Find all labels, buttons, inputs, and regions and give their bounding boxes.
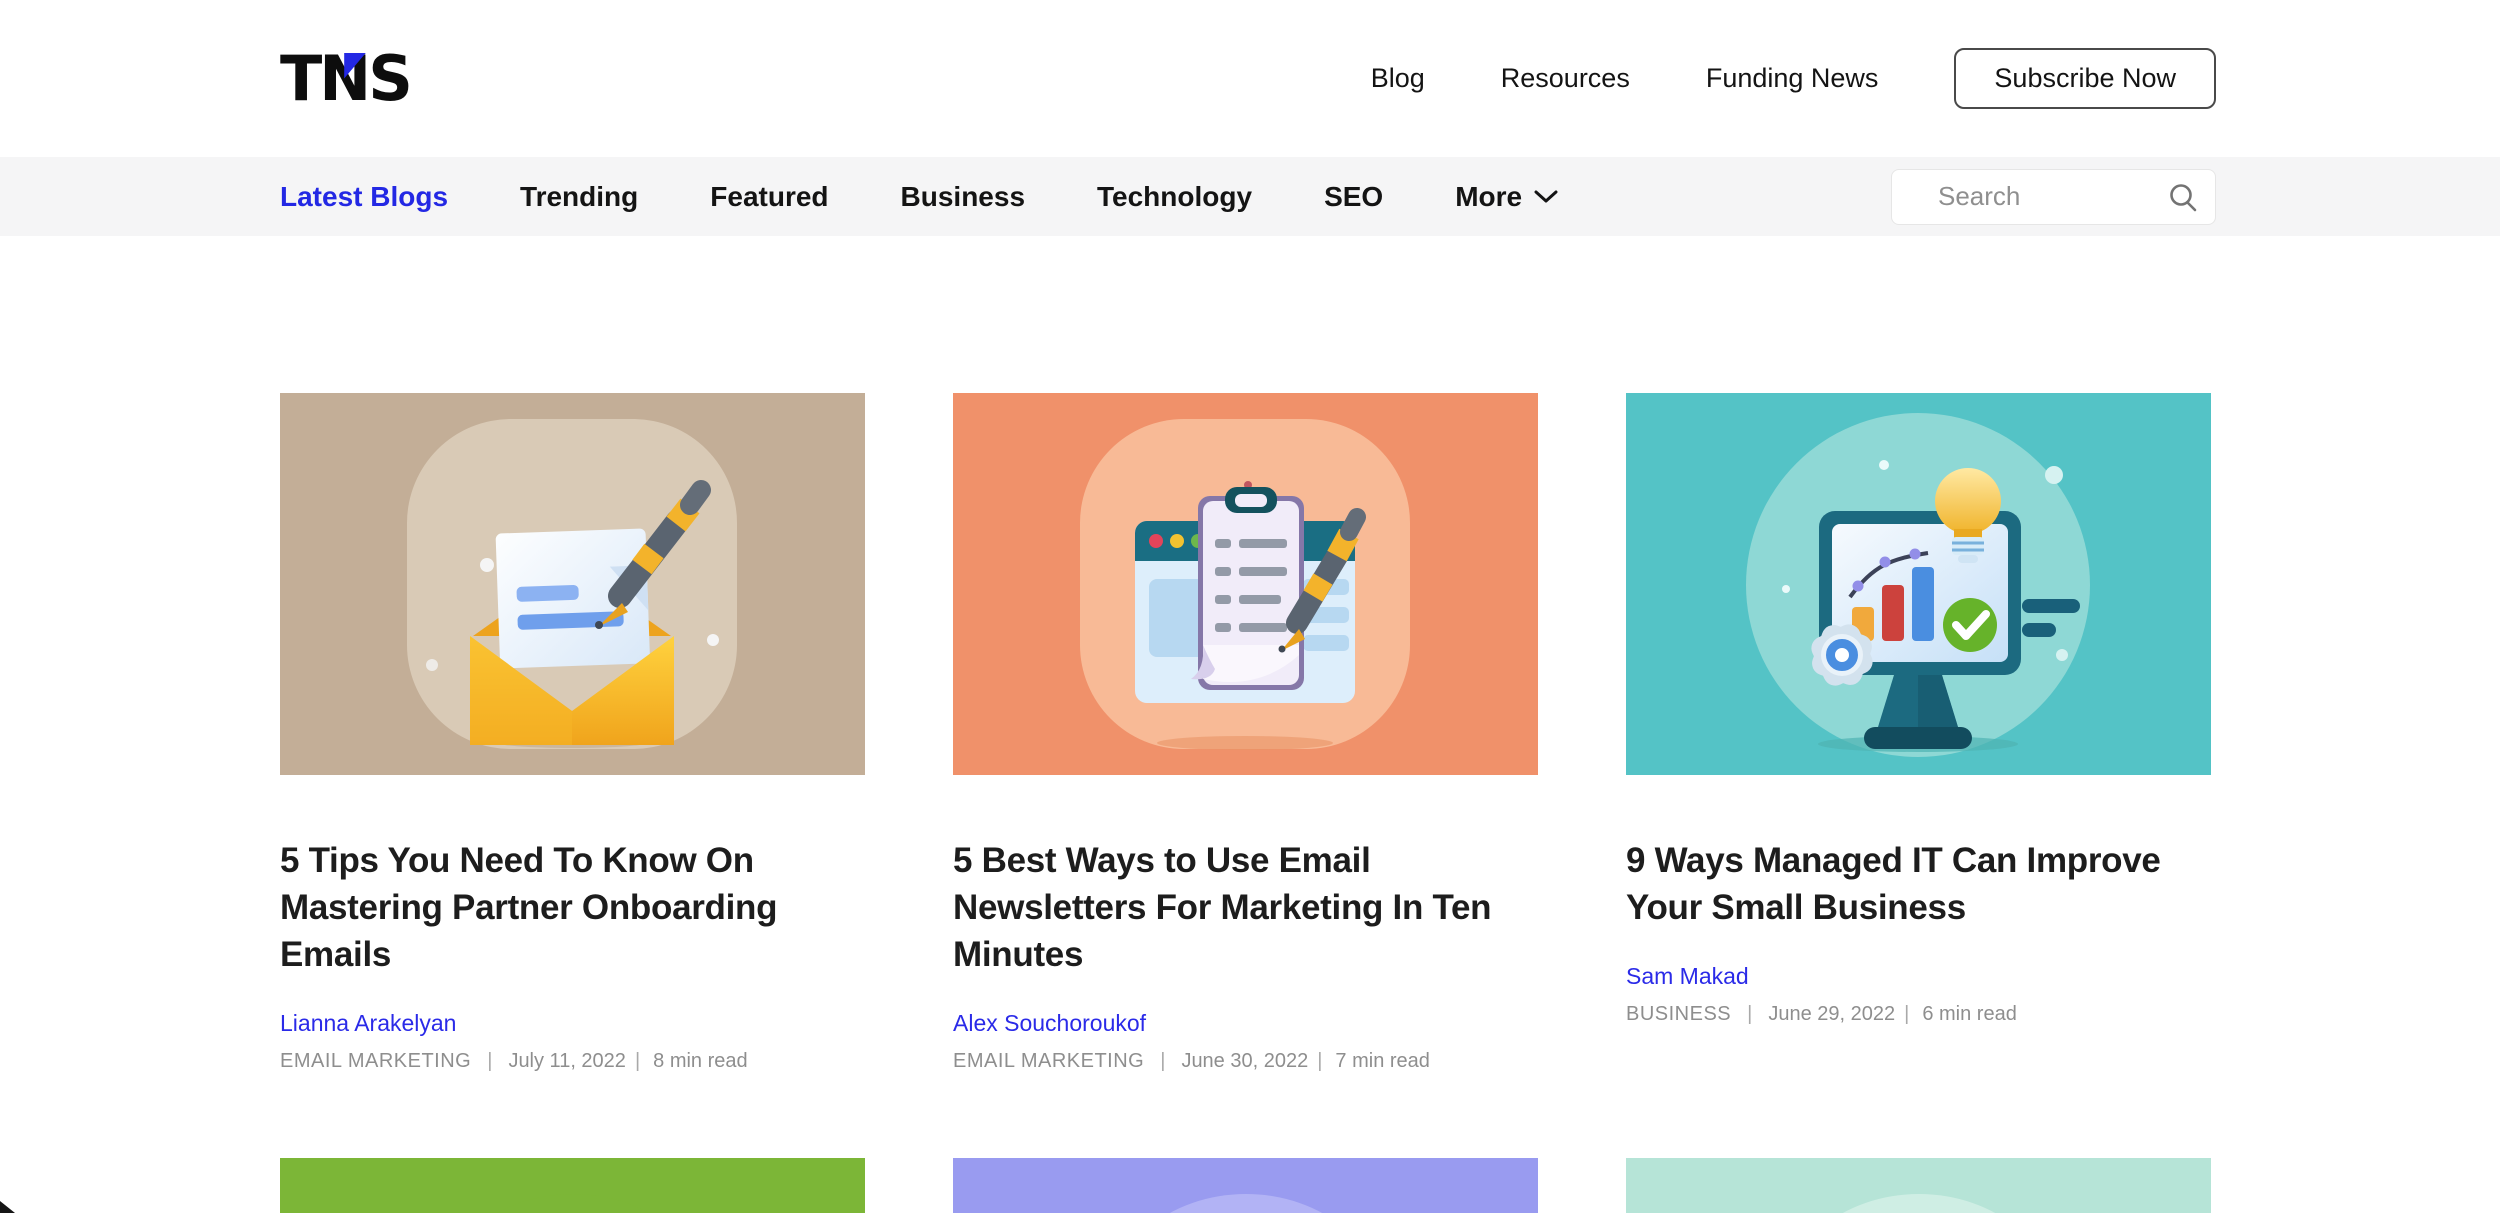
blog-card-author-link[interactable]: Alex Souchoroukof (953, 1010, 1146, 1037)
search-box (1891, 169, 2216, 225)
blog-card-title[interactable]: 9 Ways Managed IT Can Improve Your Small… (1626, 837, 2201, 931)
monitor-analytics-illustration (1626, 393, 2211, 775)
blog-card-author-link[interactable]: Sam Makad (1626, 963, 1749, 990)
blog-grid: 5 Tips You Need To Know On Mastering Par… (280, 393, 2220, 1213)
open-envelope-letter-pen-illustration (280, 393, 865, 775)
blog-card-meta: EMAIL MARKETING | June 30, 2022 | 7 min … (953, 1050, 1538, 1073)
header-link-resources[interactable]: Resources (1501, 63, 1630, 94)
read-time: 7 min read (1335, 1050, 1430, 1073)
tab-more-label: More (1455, 181, 1522, 213)
tab-latest-blogs[interactable]: Latest Blogs (280, 181, 448, 213)
blog-card: 5 Tips You Need To Know On Mastering Par… (280, 393, 865, 1073)
blog-grid-section: 5 Tips You Need To Know On Mastering Par… (0, 236, 2500, 1213)
blog-card-image[interactable] (1626, 1158, 2211, 1213)
category-label: EMAIL MARKETING (953, 1050, 1144, 1073)
blog-card-partial (953, 1158, 1538, 1213)
illustration-tile-peek (433, 1194, 713, 1213)
blog-card-title[interactable]: 5 Best Ways to Use Email Newsletters For… (953, 837, 1528, 978)
logo-letter-t: T (280, 48, 319, 110)
meta-separator: | (1904, 1003, 1909, 1026)
blog-card-meta: BUSINESS | June 29, 2022 | 6 min read (1626, 1003, 2211, 1026)
blog-card-image[interactable] (280, 1158, 865, 1213)
category-navbar: Latest Blogs Trending Featured Business … (0, 157, 2500, 236)
logo-letter-s: S (368, 48, 410, 110)
blog-card: 5 Best Ways to Use Email Newsletters For… (953, 393, 1538, 1073)
post-date: July 11, 2022 (508, 1050, 626, 1073)
blog-card-image[interactable] (280, 393, 865, 775)
subscribe-now-button[interactable]: Subscribe Now (1954, 48, 2216, 109)
blog-card-meta: EMAIL MARKETING | July 11, 2022 | 8 min … (280, 1050, 865, 1073)
blog-card-title[interactable]: 5 Tips You Need To Know On Mastering Par… (280, 837, 855, 978)
tab-business[interactable]: Business (901, 181, 1026, 213)
site-header: T N S Blog Resources Funding News Subscr… (0, 0, 2500, 157)
blog-card: 9 Ways Managed IT Can Improve Your Small… (1626, 393, 2211, 1073)
header-nav: Blog Resources Funding News Subscribe No… (1371, 48, 2216, 109)
browser-clipboard-pen-illustration (953, 393, 1538, 775)
blog-card-partial (1626, 1158, 2211, 1213)
tab-featured[interactable]: Featured (710, 181, 828, 213)
blog-card-image[interactable] (953, 393, 1538, 775)
logo-letter-n: N (319, 48, 368, 110)
illustration-tile-peek (1779, 1194, 2059, 1213)
blog-card-image[interactable] (1626, 393, 2211, 775)
blog-card-author-link[interactable]: Lianna Arakelyan (280, 1010, 456, 1037)
category-menu: Latest Blogs Trending Featured Business … (280, 181, 1558, 213)
post-date: June 29, 2022 (1768, 1003, 1895, 1026)
category-label: EMAIL MARKETING (280, 1050, 471, 1073)
meta-separator: | (1747, 1003, 1752, 1026)
post-date: June 30, 2022 (1181, 1050, 1308, 1073)
header-link-blog[interactable]: Blog (1371, 63, 1425, 94)
site-logo[interactable]: T N S (280, 48, 410, 110)
meta-separator: | (487, 1050, 492, 1073)
read-time: 6 min read (1922, 1003, 2017, 1026)
category-label: BUSINESS (1626, 1003, 1731, 1026)
meta-separator: | (1317, 1050, 1322, 1073)
meta-separator: | (1160, 1050, 1165, 1073)
read-time: 8 min read (653, 1050, 748, 1073)
chevron-down-icon (1534, 190, 1558, 204)
meta-separator: | (635, 1050, 640, 1073)
header-link-funding-news[interactable]: Funding News (1706, 63, 1879, 94)
check-badge (1943, 598, 1997, 652)
tab-more[interactable]: More (1455, 181, 1558, 213)
tab-technology[interactable]: Technology (1097, 181, 1252, 213)
search-icon[interactable] (2168, 182, 2198, 212)
tab-seo[interactable]: SEO (1324, 181, 1383, 213)
illustration-tile-peek (1106, 1194, 1386, 1213)
tab-trending[interactable]: Trending (520, 181, 638, 213)
blog-card-image[interactable] (953, 1158, 1538, 1213)
blog-card-partial (280, 1158, 865, 1213)
